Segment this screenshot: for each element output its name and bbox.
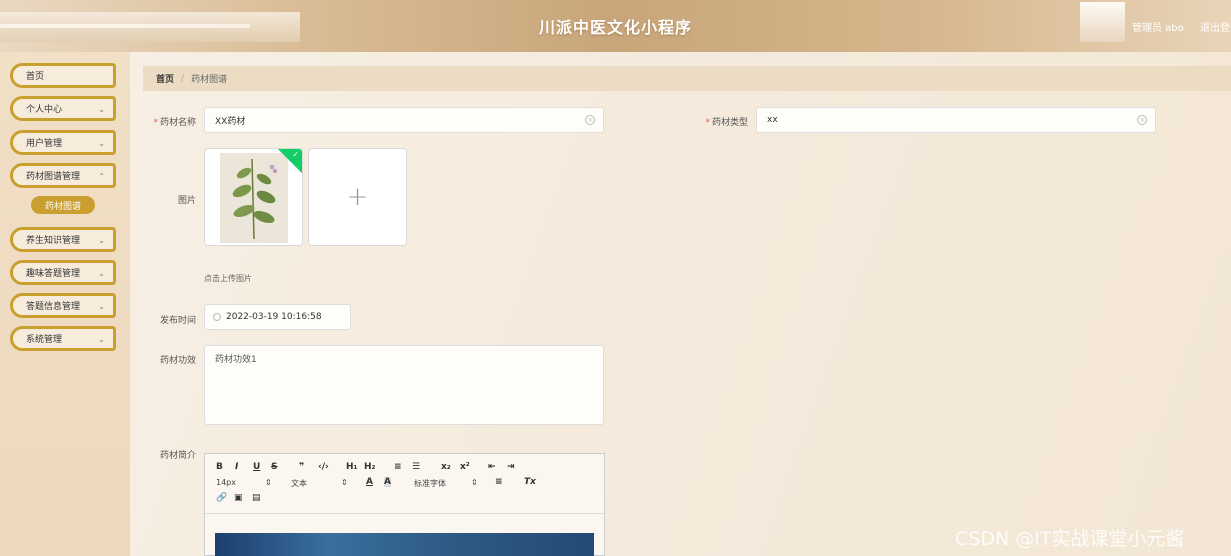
breadcrumb-separator: / (181, 73, 185, 84)
background-color-icon[interactable]: A (384, 477, 391, 487)
link-icon[interactable]: 🔗 (216, 493, 227, 503)
app-title: 川派中医文化小程序 (538, 18, 692, 37)
sidebar-item-herb-atlas[interactable]: 药材图谱管理 ⌃ (10, 163, 116, 188)
image-label: 图片 (177, 196, 196, 206)
text-format-select[interactable]: 文本 (291, 478, 307, 489)
current-user[interactable]: 管理员 abo (1132, 19, 1184, 34)
sidebar-item-home[interactable]: 首页 (10, 63, 116, 88)
underline-icon[interactable]: U (253, 462, 260, 472)
sidebar-item-profile[interactable]: 个人中心 ⌄ (10, 96, 116, 121)
sidebar-item-label: 趣味答题管理 (26, 269, 81, 279)
chevron-down-icon: ⌄ (98, 302, 105, 311)
sidebar-item-label: 用户管理 (26, 139, 63, 149)
chevron-down-icon: ⌄ (98, 269, 105, 278)
required-mark: * (153, 118, 158, 128)
clear-icon[interactable]: × (585, 115, 595, 125)
code-icon[interactable]: ‹/› (318, 462, 329, 472)
chevron-updown-icon: ⇕ (471, 478, 478, 487)
sidebar-item-system[interactable]: 系统管理 ⌄ (10, 326, 116, 351)
font-color-icon[interactable]: A (366, 477, 373, 487)
name-label: * 药材名称 (148, 115, 196, 128)
outdent-icon[interactable]: ⇤ (488, 462, 496, 472)
type-input-value: xx (767, 115, 778, 125)
name-input-value: XX药材 (215, 116, 246, 127)
date-picker[interactable]: 2022-03-19 10:16:58 (204, 304, 351, 330)
intro-label: 药材简介 (159, 451, 196, 461)
uploaded-image-thumbnail[interactable]: ✓ (204, 148, 303, 246)
date-label: 发布时间 (159, 316, 196, 326)
sidebar-item-label: 药材图谱管理 (26, 172, 81, 182)
editor-toolbar: B I U S ❞ ‹/› H₁ H₂ ≡ ☰ x₂ x² ⇤ ⇥ 14px ⇕… (205, 454, 604, 514)
herb-image (220, 153, 288, 243)
type-label: * 药材类型 (700, 115, 748, 128)
breadcrumb-home[interactable]: 首页 (156, 72, 174, 85)
blockquote-icon[interactable]: ❞ (299, 462, 304, 472)
sidebar-item-answers[interactable]: 答题信息管理 ⌄ (10, 293, 116, 318)
sidebar-item-health-knowledge[interactable]: 养生知识管理 ⌄ (10, 227, 116, 252)
upload-hint: 点击上传图片 (204, 274, 252, 283)
effect-textarea[interactable]: 药材功效1 (204, 345, 604, 425)
chevron-up-icon: ⌃ (98, 172, 105, 181)
subscript-icon[interactable]: x₂ (441, 462, 451, 472)
sidebar-item-quiz[interactable]: 趣味答题管理 ⌄ (10, 260, 116, 285)
image-icon[interactable]: ▣ (234, 493, 243, 503)
italic-icon[interactable]: I (235, 462, 238, 472)
chevron-down-icon: ⌄ (98, 236, 105, 245)
heading1-icon[interactable]: H₁ (346, 462, 357, 472)
chevron-down-icon: ⌄ (98, 105, 105, 114)
type-label-text: 药材类型 (711, 118, 748, 128)
breadcrumb: 首页 / 药材图谱 (143, 66, 1231, 91)
font-family-select[interactable]: 标准字体 (414, 478, 446, 489)
watermark: CSDN @IT实战课堂小元酱 (955, 528, 1185, 550)
check-icon: ✓ (292, 150, 299, 159)
clear-icon[interactable]: × (1137, 115, 1147, 125)
sidebar-item-label: 系统管理 (26, 335, 63, 345)
chevron-updown-icon: ⇕ (265, 478, 272, 487)
font-size-select[interactable]: 14px (216, 478, 236, 487)
sidebar-item-label: 答题信息管理 (26, 302, 81, 312)
ordered-list-icon[interactable]: ≡ (394, 462, 402, 472)
sidebar-item-label: 首页 (26, 72, 45, 82)
bold-icon[interactable]: B (216, 462, 223, 472)
clear-format-icon[interactable]: Tx (524, 477, 536, 487)
bullet-list-icon[interactable]: ☰ (412, 462, 420, 472)
rich-text-editor[interactable]: B I U S ❞ ‹/› H₁ H₂ ≡ ☰ x₂ x² ⇤ ⇥ 14px ⇕… (204, 453, 605, 556)
chevron-down-icon: ⌄ (98, 335, 105, 344)
app-header: 川派中医文化小程序 管理员 abo 退出登 (0, 0, 1231, 52)
indent-icon[interactable]: ⇥ (507, 462, 515, 472)
breadcrumb-current: 药材图谱 (191, 75, 228, 85)
align-icon[interactable]: ≡ (495, 477, 503, 487)
sidebar-item-label: 个人中心 (26, 105, 63, 115)
superscript-icon[interactable]: x² (460, 462, 470, 472)
plus-icon: + (346, 182, 369, 212)
name-label-text: 药材名称 (159, 118, 196, 128)
sidebar-item-users[interactable]: 用户管理 ⌄ (10, 130, 116, 155)
clock-icon (213, 313, 221, 321)
upload-button[interactable]: + (308, 148, 407, 246)
video-icon[interactable]: ▤ (252, 493, 261, 503)
chevron-down-icon: ⌄ (98, 139, 105, 148)
sidebar-subitem-herb-atlas[interactable]: 药材图谱 (31, 196, 95, 214)
logout-link[interactable]: 退出登 (1200, 19, 1230, 34)
name-input[interactable]: XX药材 × (204, 107, 604, 133)
sidebar-item-label: 养生知识管理 (26, 236, 81, 246)
strike-icon[interactable]: S (271, 462, 277, 472)
chevron-updown-icon: ⇕ (341, 478, 348, 487)
type-input[interactable]: xx × (756, 107, 1156, 133)
editor-embedded-image (215, 533, 594, 556)
required-mark: * (705, 118, 710, 128)
heading2-icon[interactable]: H₂ (364, 462, 375, 472)
date-value: 2022-03-19 10:16:58 (226, 312, 322, 322)
effect-label: 药材功效 (159, 356, 196, 366)
